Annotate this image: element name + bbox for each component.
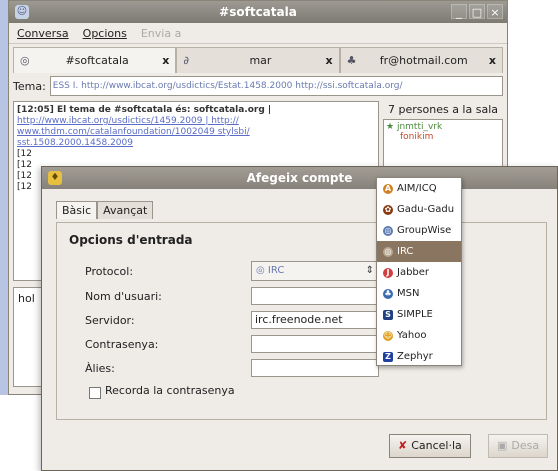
menu-item-label: Gadu-Gadu bbox=[397, 204, 455, 215]
save-button[interactable]: ▣ Desa bbox=[488, 434, 549, 458]
simple-icon: S bbox=[383, 309, 393, 320]
tab-close-icon[interactable]: x bbox=[326, 54, 333, 67]
log-link[interactable]: www.thdm.com/catalanfoundation/1002049 s… bbox=[17, 127, 375, 138]
dialog-tabs: Bàsic Avançat bbox=[56, 201, 154, 219]
log-link[interactable]: sst.1508.2000.1458.2009 bbox=[17, 138, 375, 149]
menu-item-label: MSN bbox=[397, 288, 420, 299]
aim-icon: A bbox=[383, 183, 393, 194]
save-icon: ▣ bbox=[497, 439, 508, 452]
select-arrow-icon: ⇕ bbox=[365, 265, 374, 276]
username-label: Nom d'usuari: bbox=[85, 290, 162, 303]
yahoo-icon: ☺ bbox=[383, 330, 393, 341]
password-label: Contrasenya: bbox=[85, 338, 159, 351]
tab-advanced[interactable]: Avançat bbox=[97, 201, 154, 219]
maximize-icon[interactable]: □ bbox=[469, 4, 485, 19]
menu-item-label: Jabber bbox=[397, 267, 430, 278]
cancel-label: Cancel·la bbox=[411, 439, 462, 452]
conversation-tabs: ◎ #softcatala x ∂ mar x ♣ fr@hotmail.com… bbox=[13, 47, 503, 73]
tab-close-icon[interactable]: x bbox=[162, 54, 169, 67]
irc-icon: ◎ bbox=[256, 265, 265, 276]
operator-icon: ★ bbox=[386, 122, 395, 132]
tab-basic[interactable]: Bàsic bbox=[56, 201, 98, 219]
alias-field[interactable] bbox=[251, 359, 379, 377]
topic-field[interactable]: ESS I. http://www.ibcat.org/usdictics/Es… bbox=[49, 76, 503, 96]
protocol-select[interactable]: ◎ IRC ⇕ bbox=[251, 261, 379, 281]
menu-item-label: AIM/ICQ bbox=[397, 183, 437, 194]
menu-item-msn[interactable]: ♣ MSN bbox=[377, 283, 461, 304]
add-account-dialog: ♦ Afegeix compte Bàsic Avançat Opcions d… bbox=[41, 166, 558, 471]
remember-password-label: Recorda la contrasenya bbox=[105, 384, 235, 397]
buddy-icon: ∂ bbox=[183, 54, 190, 67]
remember-password-checkbox[interactable] bbox=[89, 387, 101, 399]
save-label: Desa bbox=[511, 439, 540, 452]
msn-icon: ♣ bbox=[383, 288, 393, 299]
tab-close-icon[interactable]: x bbox=[489, 54, 496, 67]
window-shadow bbox=[0, 0, 8, 395]
topic-row: Tema: ESS I. http://www.ibcat.org/usdict… bbox=[13, 75, 503, 97]
jabber-icon: J bbox=[383, 267, 393, 278]
log-line: [12 bbox=[17, 149, 32, 159]
dialog-titlebar: ♦ Afegeix compte bbox=[42, 167, 557, 189]
irc-icon: ◎ bbox=[383, 246, 393, 257]
msn-buddy-icon: ♣ bbox=[346, 54, 357, 67]
menu-item-label: IRC bbox=[397, 246, 414, 257]
menu-item-jabber[interactable]: J Jabber bbox=[377, 262, 461, 283]
tab-label: mar bbox=[249, 54, 272, 67]
menu-envia-a[interactable]: Envia a bbox=[141, 27, 181, 40]
minimize-icon[interactable]: _ bbox=[451, 4, 467, 19]
menu-item-gadu-gadu[interactable]: ✿ Gadu-Gadu bbox=[377, 199, 461, 220]
login-options-panel: Opcions d'entrada Protocol: ◎ IRC ⇕ Nom … bbox=[56, 222, 547, 420]
menu-item-label: Zephyr bbox=[397, 351, 433, 362]
menu-conversa[interactable]: Conversa bbox=[17, 27, 69, 40]
zephyr-icon: Z bbox=[383, 351, 393, 362]
password-field[interactable] bbox=[251, 335, 379, 353]
roster-user[interactable]: ★ jnmtti_vrk bbox=[386, 122, 500, 132]
log-line: [12:05] El tema de #softcatala és: softc… bbox=[17, 105, 272, 115]
topic-label: Tema: bbox=[13, 79, 46, 93]
tab-softcatala[interactable]: ◎ #softcatala x bbox=[13, 47, 177, 73]
groupwise-icon: ◎ bbox=[383, 225, 393, 236]
tab-mar[interactable]: ∂ mar x bbox=[176, 47, 340, 73]
menu-item-yahoo[interactable]: ☺ Yahoo bbox=[377, 325, 461, 346]
chat-window-title: #softcatala bbox=[219, 5, 297, 19]
chat-menubar: Conversa Opcions Envia a bbox=[9, 23, 507, 44]
protocol-value: IRC bbox=[267, 265, 285, 276]
menu-item-irc[interactable]: ◎ IRC bbox=[377, 241, 461, 262]
roster-user-name: jnmtti_vrk bbox=[396, 122, 443, 132]
tab-label: fr@hotmail.com bbox=[379, 54, 468, 67]
alias-label: Àlies: bbox=[85, 362, 115, 375]
log-link[interactable]: http://www.ibcat.org/usdictics/1459.2009… bbox=[17, 116, 375, 127]
server-label: Servidor: bbox=[85, 314, 135, 327]
server-field[interactable]: irc.freenode.net bbox=[251, 311, 379, 329]
cancel-button[interactable]: ✘ Cancel·la bbox=[389, 434, 471, 458]
chat-room-icon: ◎ bbox=[20, 54, 30, 67]
dialog-title: Afegeix compte bbox=[246, 171, 353, 185]
menu-item-label: Yahoo bbox=[397, 330, 427, 341]
close-icon[interactable]: × bbox=[487, 4, 503, 19]
roster-count: 7 persones a la sala bbox=[388, 103, 498, 116]
gadu-gadu-icon: ✿ bbox=[383, 204, 393, 215]
menu-item-simple[interactable]: S SIMPLE bbox=[377, 304, 461, 325]
menu-item-groupwise[interactable]: ◎ GroupWise bbox=[377, 220, 461, 241]
protocol-dropdown-menu: A AIM/ICQ ✿ Gadu-Gadu ◎ GroupWise ◎ IRC J Jab… bbox=[376, 177, 462, 366]
tab-label: #softcatala bbox=[65, 54, 129, 67]
roster-user[interactable]: fonikim bbox=[386, 132, 500, 142]
menu-item-label: SIMPLE bbox=[397, 309, 433, 320]
menu-item-label: GroupWise bbox=[397, 225, 452, 236]
cancel-icon: ✘ bbox=[398, 439, 408, 452]
menu-opcions[interactable]: Opcions bbox=[83, 27, 127, 40]
username-field[interactable] bbox=[251, 287, 379, 305]
tab-hotmail[interactable]: ♣ fr@hotmail.com x bbox=[339, 47, 503, 73]
menu-item-zephyr[interactable]: Z Zephyr bbox=[377, 346, 461, 367]
protocol-label: Protocol: bbox=[85, 265, 134, 278]
menu-item-aim[interactable]: A AIM/ICQ bbox=[377, 178, 461, 199]
section-title: Opcions d'entrada bbox=[69, 233, 193, 247]
chat-titlebar: ☺ #softcatala _ □ × bbox=[9, 1, 507, 23]
